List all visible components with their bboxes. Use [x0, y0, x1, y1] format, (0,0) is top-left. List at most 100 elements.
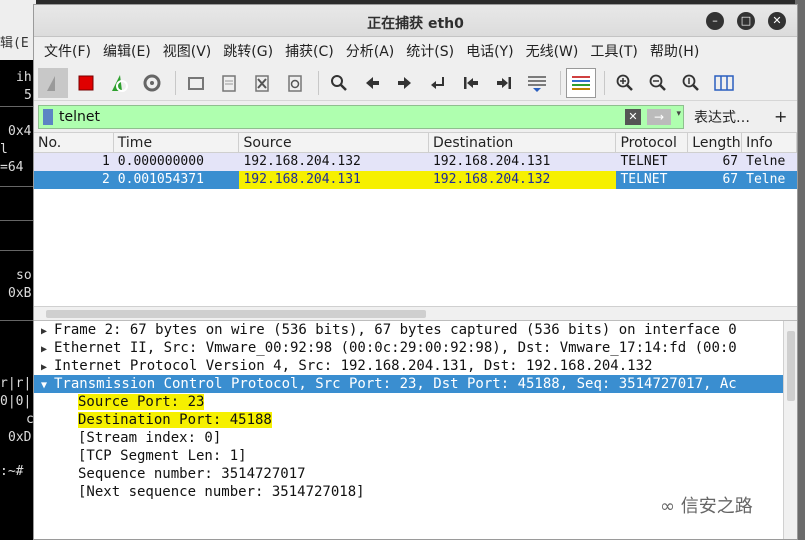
arrow-left-icon — [366, 76, 379, 89]
stop-icon — [78, 75, 94, 90]
detail-field-sequence[interactable]: Sequence number: 3514727017 — [34, 465, 797, 483]
go-forward-button[interactable] — [390, 68, 420, 98]
packet-list-header: No. Time Source Destination Protocol Len… — [34, 133, 797, 153]
sequence-text: Sequence number: 3514727017 — [78, 466, 306, 482]
packet-destination: 192.168.204.131 — [432, 154, 551, 169]
open-file-button[interactable] — [181, 68, 211, 98]
column-header-info[interactable]: Info — [742, 133, 797, 152]
zoom-reset-button[interactable] — [676, 68, 706, 98]
menu-analyze[interactable]: 分析(A) — [340, 41, 401, 61]
column-header-protocol[interactable]: Protocol — [616, 133, 689, 152]
colorize-icon — [572, 75, 590, 90]
column-header-no[interactable]: No. — [34, 133, 114, 152]
menu-wireless[interactable]: 无线(W) — [520, 41, 585, 61]
gear-icon — [143, 74, 161, 91]
terminal-menu-text: 辑(E — [0, 36, 29, 51]
zoom-out-button[interactable] — [643, 68, 673, 98]
menu-edit[interactable]: 编辑(E) — [97, 41, 157, 61]
bookmark-icon[interactable] — [43, 108, 53, 125]
menu-view[interactable]: 视图(V) — [157, 41, 218, 61]
save-file-button[interactable] — [214, 68, 244, 98]
display-filter-input[interactable] — [59, 107, 619, 126]
title-bar[interactable]: 正在捕获 eth0 – □ ✕ — [34, 5, 797, 37]
packet-row[interactable]: 1 0.000000000 192.168.204.132 192.168.20… — [34, 153, 797, 171]
maximize-button[interactable]: □ — [737, 12, 755, 30]
jump-arrow-icon — [431, 76, 444, 89]
menu-capture[interactable]: 捕获(C) — [279, 41, 340, 61]
capture-options-button[interactable] — [137, 68, 167, 98]
terminal-separator — [0, 320, 36, 321]
minimize-button[interactable]: – — [706, 12, 724, 30]
packet-length: 67 — [722, 172, 739, 187]
packet-list-scrollbar[interactable] — [34, 306, 797, 320]
go-back-button[interactable] — [357, 68, 387, 98]
stop-capture-button[interactable] — [71, 68, 101, 98]
background-terminal: 辑(E ih 5 0x4 l =64 so 0xB r|r| 0|0| c 0x… — [0, 0, 36, 540]
menu-file[interactable]: 文件(F) — [38, 41, 97, 61]
terminal-line: r|r| — [0, 376, 32, 391]
zoom-out-icon — [649, 74, 666, 91]
reload-file-button[interactable] — [280, 68, 310, 98]
detail-field-destination-port[interactable]: Destination Port: 45188 — [34, 411, 797, 429]
resize-columns-button[interactable] — [709, 68, 739, 98]
column-header-destination[interactable]: Destination — [429, 133, 617, 152]
apply-filter-icon[interactable]: → — [647, 108, 671, 125]
menu-help[interactable]: 帮助(H) — [644, 41, 705, 61]
detail-field-source-port[interactable]: Source Port: 23 — [34, 393, 797, 411]
detail-frame[interactable]: ▶ Frame 2: 67 bytes on wire (536 bits), 6… — [34, 321, 797, 339]
scrollbar-thumb[interactable] — [46, 310, 426, 318]
terminal-line: 0xD — [8, 430, 32, 445]
detail-tcp-selected[interactable]: ▼ Transmission Control Protocol, Src Port… — [34, 375, 797, 393]
packet-row-selected[interactable]: 2 0.001054371 192.168.204.131 192.168.20… — [34, 171, 797, 189]
packet-source: 192.168.204.132 — [243, 154, 361, 169]
terminal-line: 5 — [24, 88, 32, 103]
packet-time: 0.001054371 — [117, 172, 204, 187]
terminal-line: 0xB — [8, 286, 32, 301]
autoscroll-button[interactable] — [522, 68, 552, 98]
add-filter-button[interactable]: + — [774, 107, 787, 126]
expression-button[interactable]: 表达式… — [694, 107, 750, 127]
packet-info: Telne — [746, 154, 786, 169]
folder-icon — [188, 76, 204, 90]
terminal-line: =64 — [0, 160, 24, 175]
clear-filter-icon[interactable]: ✕ — [625, 108, 641, 125]
file-icon — [222, 74, 236, 92]
close-file-button[interactable] — [247, 68, 277, 98]
terminal-line: 0x4 — [8, 124, 32, 139]
display-filter-field[interactable]: ✕ → ▾ — [38, 104, 684, 129]
menu-go[interactable]: 跳转(G) — [217, 41, 279, 61]
column-header-time[interactable]: Time — [114, 133, 240, 152]
terminal-line: 0|0| — [0, 394, 32, 409]
detail-field-stream-index[interactable]: [Stream index: 0] — [34, 429, 797, 447]
first-packet-button[interactable] — [456, 68, 486, 98]
zoom-in-button[interactable] — [610, 68, 640, 98]
terminal-menu-strip: 辑(E — [0, 0, 36, 60]
column-header-length[interactable]: Length — [688, 133, 743, 152]
detail-tcp-text: Transmission Control Protocol, Src Port:… — [54, 376, 737, 392]
detail-field-segment-len[interactable]: [TCP Segment Len: 1] — [34, 447, 797, 465]
menu-telephony[interactable]: 电话(Y) — [460, 41, 519, 61]
packet-details-scrollbar[interactable] — [783, 321, 797, 539]
segment-len-text: [TCP Segment Len: 1] — [78, 448, 247, 464]
menu-tools[interactable]: 工具(T) — [584, 41, 643, 61]
arrow-right-icon — [398, 76, 411, 89]
chevron-down-icon[interactable]: ▾ — [676, 109, 681, 119]
stream-index-text: [Stream index: 0] — [78, 430, 222, 446]
terminal-line: ih — [16, 70, 32, 85]
column-header-source[interactable]: Source — [239, 133, 429, 152]
last-packet-button[interactable] — [489, 68, 519, 98]
find-packet-button[interactable] — [324, 68, 354, 98]
detail-ethernet[interactable]: ▶ Ethernet II, Src: Vmware_00:92:98 (00:0… — [34, 339, 797, 357]
autoscroll-icon — [528, 75, 546, 92]
menu-statistics[interactable]: 统计(S) — [400, 41, 460, 61]
scrollbar-thumb[interactable] — [787, 331, 795, 401]
close-button[interactable]: ✕ — [768, 12, 786, 30]
colorize-button[interactable] — [566, 67, 596, 98]
last-icon — [497, 76, 511, 89]
start-capture-button[interactable] — [38, 67, 68, 98]
display-filter-bar: ✕ → ▾ 表达式… + — [34, 101, 797, 133]
restart-capture-button[interactable] — [104, 68, 134, 98]
collapse-arrow-icon[interactable]: ▼ — [34, 377, 54, 395]
go-to-packet-button[interactable] — [423, 68, 453, 98]
detail-ip[interactable]: ▶ Internet Protocol Version 4, Src: 192.1… — [34, 357, 797, 375]
